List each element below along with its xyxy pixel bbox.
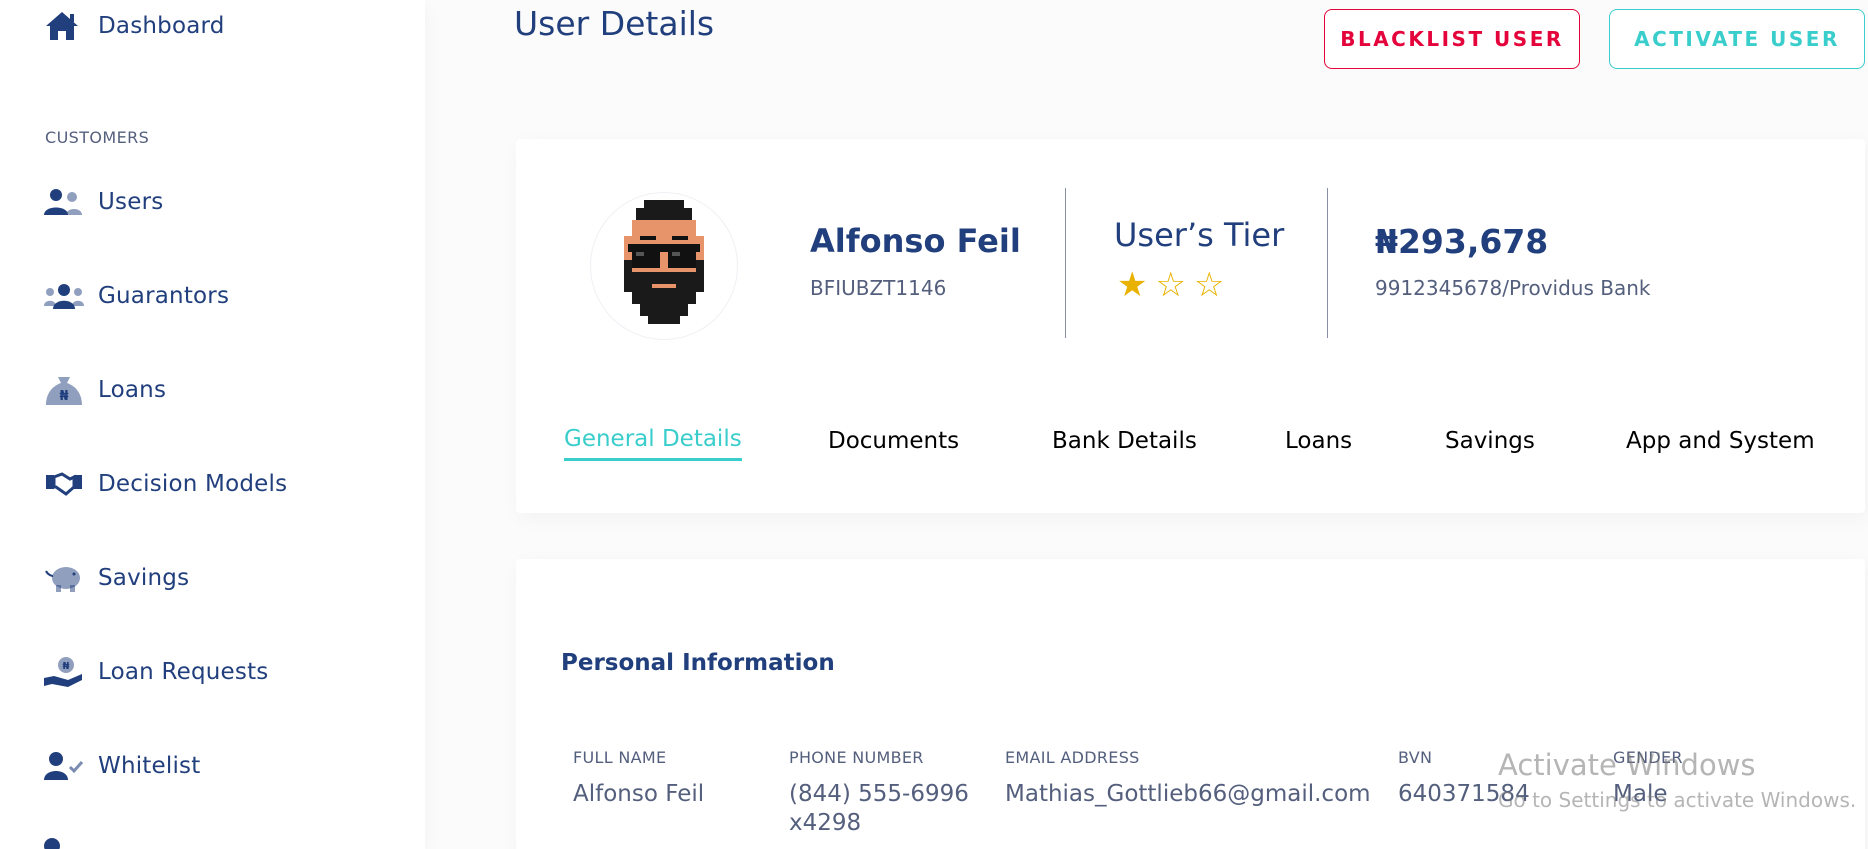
field-label-email: EMAIL ADDRESS xyxy=(1005,748,1140,767)
phone-line-1: (844) 555-6996 xyxy=(789,781,969,807)
sidebar-item-label: Loans xyxy=(98,377,167,403)
divider xyxy=(1327,188,1328,338)
sidebar-item-users[interactable]: Users xyxy=(44,182,163,222)
sidebar-next-item-icon xyxy=(44,838,60,849)
page-title: User Details xyxy=(514,4,715,43)
field-label-full-name: FULL NAME xyxy=(573,748,667,767)
sidebar-item-label: Loan Requests xyxy=(98,659,269,685)
sidebar-item-savings[interactable]: Savings xyxy=(44,558,189,598)
divider xyxy=(1065,188,1066,338)
section-title: Personal Information xyxy=(561,650,835,676)
loan-request-icon: ₦ xyxy=(44,657,84,687)
svg-text:₦: ₦ xyxy=(63,661,70,672)
tab-bank-details[interactable]: Bank Details xyxy=(1052,428,1197,460)
star-filled-icon: ★ xyxy=(1117,265,1148,305)
field-value-phone: (844) 555-6996 x4298 xyxy=(789,780,969,838)
sidebar-item-dashboard[interactable]: Dashboard xyxy=(44,6,225,46)
star-empty-icon: ☆ xyxy=(1155,265,1186,305)
sidebar-item-label: Guarantors xyxy=(98,283,230,309)
sidebar-item-whitelist[interactable]: Whitelist xyxy=(44,746,200,786)
sidebar-item-guarantors[interactable]: Guarantors xyxy=(44,276,229,316)
sidebar-item-loans[interactable]: ₦ Loans xyxy=(44,370,166,410)
tab-savings[interactable]: Savings xyxy=(1445,428,1535,460)
svg-text:₦: ₦ xyxy=(59,389,68,404)
field-value-bvn: 640371584 xyxy=(1398,781,1530,807)
loans-icon: ₦ xyxy=(44,375,84,405)
handshake-icon xyxy=(44,469,84,499)
field-value-gender: Male xyxy=(1613,781,1668,807)
sidebar-item-label: Whitelist xyxy=(98,753,201,779)
tab-documents[interactable]: Documents xyxy=(828,428,959,460)
field-value-full-name: Alfonso Feil xyxy=(573,781,705,807)
account-bank: 9912345678/Providus Bank xyxy=(1375,276,1651,300)
star-empty-icon: ☆ xyxy=(1193,265,1225,305)
sidebar: Dashboard CUSTOMERS Users Guarantors ₦ L… xyxy=(0,0,425,849)
account-balance: ₦293,678 xyxy=(1375,222,1549,261)
piggy-bank-icon xyxy=(44,563,84,593)
sidebar-section-customers: CUSTOMERS xyxy=(45,128,150,147)
avatar xyxy=(590,192,738,340)
sidebar-item-decision-models[interactable]: Decision Models xyxy=(44,464,287,504)
users-icon xyxy=(44,187,84,217)
tab-general-details[interactable]: General Details xyxy=(564,426,742,461)
field-value-email: Mathias_Gottlieb66@gmail.com xyxy=(1005,781,1371,807)
user-tier-title: User’s Tier xyxy=(1114,216,1285,254)
home-icon xyxy=(44,11,84,41)
blacklist-user-button[interactable]: BLACKLIST USER xyxy=(1324,9,1580,69)
field-label-bvn: BVN xyxy=(1398,748,1433,767)
sidebar-item-label: Dashboard xyxy=(98,13,225,39)
tab-loans[interactable]: Loans xyxy=(1285,428,1352,460)
user-tier-stars: ★ ☆ ☆ xyxy=(1117,265,1224,305)
user-id: BFIUBZT1146 xyxy=(810,276,947,300)
user-name: Alfonso Feil xyxy=(810,222,1021,260)
activate-user-button[interactable]: ACTIVATE USER xyxy=(1609,9,1865,69)
avatar-image xyxy=(624,200,704,324)
field-label-gender: GENDER xyxy=(1613,748,1683,767)
sidebar-item-label: Users xyxy=(98,189,164,215)
guarantors-icon xyxy=(44,281,84,311)
user-check-icon xyxy=(44,751,84,781)
field-label-phone: PHONE NUMBER xyxy=(789,748,924,767)
tab-app-and-system[interactable]: App and System xyxy=(1626,428,1815,460)
sidebar-item-label: Decision Models xyxy=(98,471,288,497)
sidebar-item-label: Savings xyxy=(98,565,190,591)
phone-line-2: x4298 xyxy=(789,810,862,836)
sidebar-item-loan-requests[interactable]: ₦ Loan Requests xyxy=(44,652,268,692)
